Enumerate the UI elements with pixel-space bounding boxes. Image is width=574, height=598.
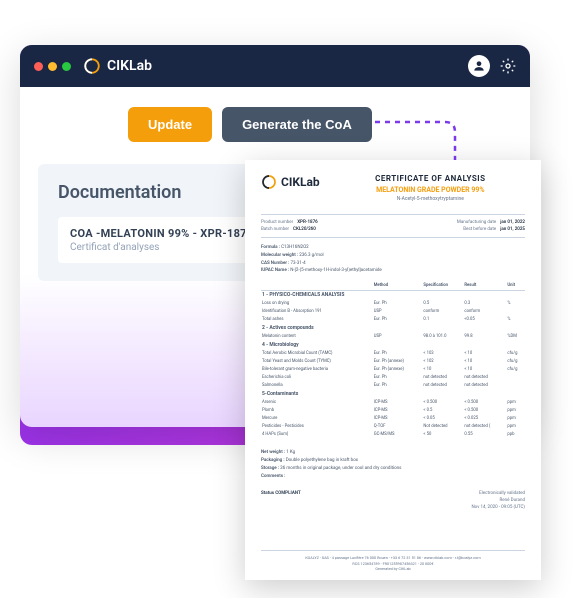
user-icon xyxy=(472,59,486,73)
window-controls[interactable] xyxy=(34,62,71,71)
coa-status-label: Status xyxy=(261,491,274,496)
maximize-dot[interactable] xyxy=(62,62,71,71)
coa-table: MethodSpecificationResultUnit 1 - PHYSIC… xyxy=(261,281,525,439)
coa-footer: KOALYZ - SAS - 4 passage Lucifère 76 000… xyxy=(261,550,525,572)
brand-logo-icon xyxy=(83,57,101,75)
generate-coa-button[interactable]: Generate the CoA xyxy=(222,107,372,142)
coa-brand-icon xyxy=(261,174,277,190)
coa-cert-title: CERTIFICATE OF ANALYSIS xyxy=(336,174,525,183)
brand-text: CIKLab xyxy=(107,58,152,74)
coa-document: CIKLab CERTIFICATE OF ANALYSIS MELATONIN… xyxy=(245,160,541,580)
app-brand: CIKLab xyxy=(83,57,152,75)
coa-brand-text: CIKLab xyxy=(281,175,320,189)
coa-product-title: MELATONIN GRADE POWDER 99% xyxy=(336,186,525,194)
coa-subtitle: N-Acetyl-5-methoxytryptamine xyxy=(336,196,525,202)
coa-bottom-info: Net weight : 1 KgPackaging : Double poly… xyxy=(261,449,525,481)
settings-gear-icon[interactable] xyxy=(500,58,516,74)
user-avatar[interactable] xyxy=(468,55,490,77)
coa-meta: Product numberXPR-1876Batch numberCKL20/… xyxy=(261,214,525,238)
window-header: CIKLab xyxy=(20,45,530,87)
coa-status-value: COMPLIANT xyxy=(275,491,301,496)
close-dot[interactable] xyxy=(34,62,43,71)
coa-signature: Status COMPLIANT Electronically validate… xyxy=(261,491,525,511)
coa-brand: CIKLab xyxy=(261,174,320,190)
minimize-dot[interactable] xyxy=(48,62,57,71)
update-button[interactable]: Update xyxy=(128,107,212,142)
coa-info: Formula : C13H16N2O2Molecular weight : 2… xyxy=(261,244,525,275)
